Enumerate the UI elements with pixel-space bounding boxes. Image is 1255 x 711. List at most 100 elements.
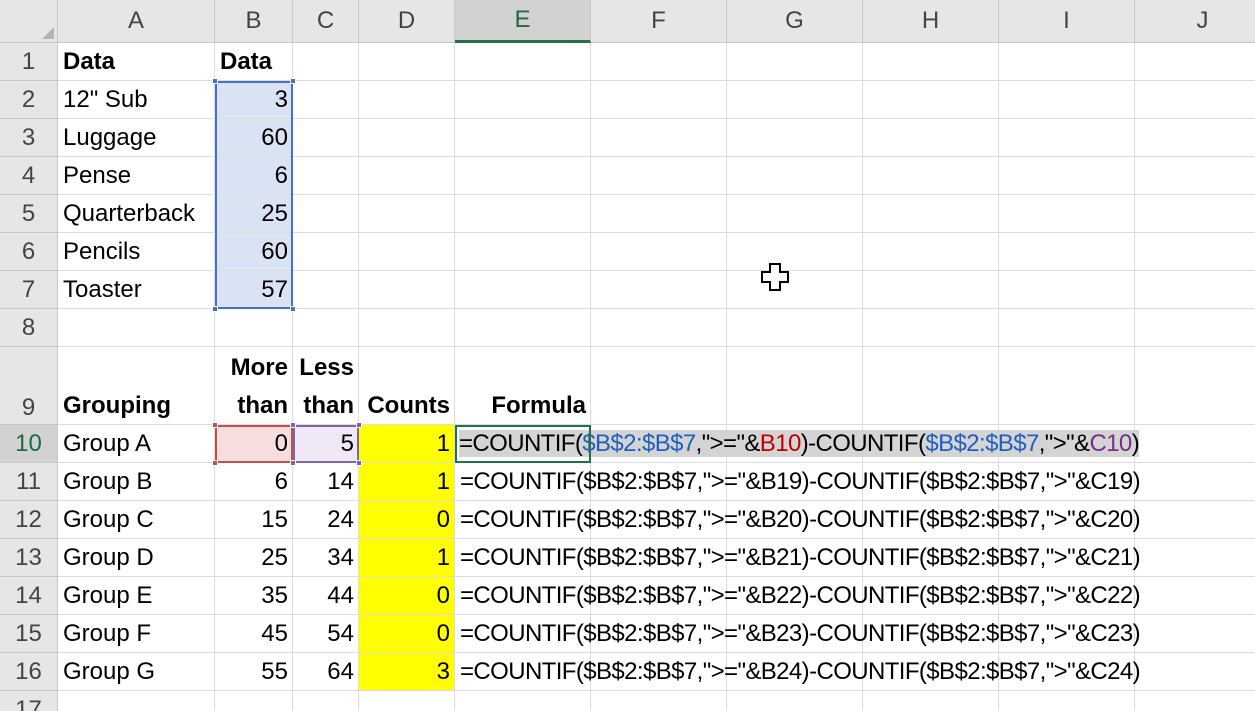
cell[interactable]	[359, 691, 455, 711]
row-header-5[interactable]: 5	[0, 195, 58, 233]
cell[interactable]	[591, 157, 727, 195]
cell[interactable]	[1135, 577, 1255, 615]
cell[interactable]	[1135, 309, 1255, 347]
cell[interactable]	[1135, 195, 1255, 233]
cell[interactable]	[727, 157, 863, 195]
data-range-border-handle[interactable]	[212, 78, 218, 84]
cell[interactable]	[1135, 425, 1255, 463]
cell[interactable]	[293, 81, 359, 119]
cell[interactable]	[359, 195, 455, 233]
row-header-16[interactable]: 16	[0, 653, 58, 691]
cell[interactable]	[1135, 691, 1255, 711]
column-header-c[interactable]: C	[293, 0, 359, 43]
cell[interactable]	[455, 195, 591, 233]
column-header-g[interactable]: G	[727, 0, 863, 43]
row-header-1[interactable]: 1	[0, 43, 58, 81]
cell[interactable]	[359, 309, 455, 347]
cell[interactable]	[359, 157, 455, 195]
cell[interactable]	[1135, 271, 1255, 309]
cell[interactable]	[455, 119, 591, 157]
cell[interactable]	[293, 691, 359, 711]
cell[interactable]	[999, 43, 1135, 81]
ref-c10-border-handle[interactable]	[290, 460, 296, 466]
cell[interactable]	[999, 691, 1135, 711]
column-header-j[interactable]: J	[1135, 0, 1255, 43]
row-header-9[interactable]: 9	[0, 347, 58, 425]
cell[interactable]	[293, 309, 359, 347]
cell[interactable]	[727, 233, 863, 271]
cell[interactable]	[1135, 347, 1255, 425]
row-header-10[interactable]: 10	[0, 425, 58, 463]
cell[interactable]	[591, 81, 727, 119]
select-all-corner[interactable]	[0, 0, 58, 43]
cell[interactable]	[455, 271, 591, 309]
ref-c10-border-handle[interactable]	[290, 422, 296, 428]
cell[interactable]	[591, 691, 727, 711]
cell[interactable]	[455, 157, 591, 195]
cell[interactable]	[727, 81, 863, 119]
cell[interactable]	[359, 81, 455, 119]
cell[interactable]	[863, 309, 999, 347]
cell[interactable]	[591, 309, 727, 347]
row-header-12[interactable]: 12	[0, 501, 58, 539]
cell[interactable]	[1135, 615, 1255, 653]
cell[interactable]	[215, 309, 293, 347]
cell[interactable]	[455, 81, 591, 119]
cell[interactable]	[863, 119, 999, 157]
cell[interactable]	[293, 271, 359, 309]
cell[interactable]	[727, 309, 863, 347]
column-header-i[interactable]: I	[999, 0, 1135, 43]
cell[interactable]	[863, 157, 999, 195]
cell[interactable]	[999, 119, 1135, 157]
cell[interactable]	[591, 271, 727, 309]
cell[interactable]	[1135, 653, 1255, 691]
cell[interactable]	[359, 271, 455, 309]
cell[interactable]	[455, 233, 591, 271]
column-header-h[interactable]: H	[863, 0, 999, 43]
cell[interactable]	[591, 119, 727, 157]
data-range-border-handle[interactable]	[212, 306, 218, 312]
cell[interactable]	[999, 157, 1135, 195]
row-header-15[interactable]: 15	[0, 615, 58, 653]
cell[interactable]	[455, 43, 591, 81]
row-header-8[interactable]: 8	[0, 309, 58, 347]
spreadsheet-grid[interactable]: A B C D E F G H I J 1 2 3 4 5 6 7 8 9 10 11 12 13 14 15 16 17 Data D…	[0, 0, 1255, 711]
column-header-b[interactable]: B	[215, 0, 293, 43]
cell[interactable]	[591, 195, 727, 233]
row-header-2[interactable]: 2	[0, 81, 58, 119]
ref-b10-border-handle[interactable]	[212, 460, 218, 466]
cell[interactable]	[1135, 43, 1255, 81]
cell[interactable]	[591, 233, 727, 271]
column-header-d[interactable]: D	[359, 0, 455, 43]
cell[interactable]	[293, 119, 359, 157]
cell[interactable]	[1135, 119, 1255, 157]
cell[interactable]	[863, 43, 999, 81]
cell[interactable]	[727, 43, 863, 81]
cell[interactable]	[727, 119, 863, 157]
column-header-e[interactable]: E	[455, 0, 591, 43]
cell[interactable]	[999, 195, 1135, 233]
cell[interactable]	[293, 157, 359, 195]
row-header-17[interactable]: 17	[0, 691, 58, 711]
cell[interactable]	[863, 691, 999, 711]
cell[interactable]	[1135, 539, 1255, 577]
cell[interactable]	[293, 195, 359, 233]
cell[interactable]	[359, 233, 455, 271]
cell[interactable]	[58, 309, 215, 347]
cell[interactable]	[999, 233, 1135, 271]
column-header-a[interactable]: A	[58, 0, 215, 43]
row-header-14[interactable]: 14	[0, 577, 58, 615]
cell[interactable]	[1135, 463, 1255, 501]
column-header-f[interactable]: F	[591, 0, 727, 43]
cell[interactable]	[455, 691, 591, 711]
cell[interactable]	[455, 309, 591, 347]
cell[interactable]	[727, 271, 863, 309]
cell[interactable]	[1135, 501, 1255, 539]
cell[interactable]	[727, 195, 863, 233]
cell[interactable]	[1135, 81, 1255, 119]
cell[interactable]	[293, 233, 359, 271]
cell[interactable]	[863, 347, 999, 425]
cell[interactable]	[1135, 233, 1255, 271]
cell[interactable]	[359, 119, 455, 157]
row-header-6[interactable]: 6	[0, 233, 58, 271]
